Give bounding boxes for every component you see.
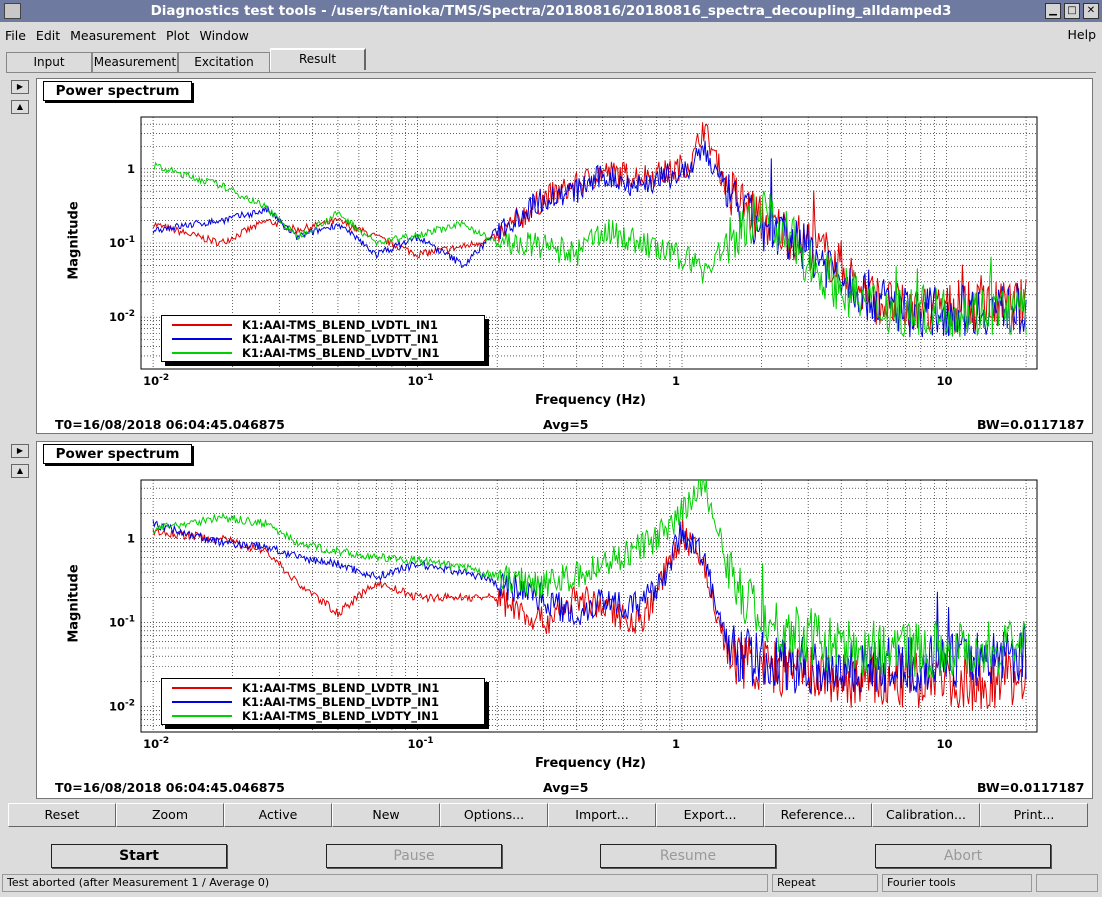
new-button[interactable]: New <box>332 803 440 827</box>
legend-swatch <box>172 701 232 703</box>
legend-swatch <box>172 338 232 340</box>
y-tick-label: 10-2 <box>109 309 135 324</box>
bw-readout: BW=0.0117187 <box>977 417 1085 432</box>
x-tick-label: 10-1 <box>408 373 434 388</box>
start-button[interactable]: Start <box>51 844 227 868</box>
calibration-button[interactable]: Calibration... <box>872 803 980 827</box>
menu-help[interactable]: Help <box>1068 27 1097 42</box>
tab-bar: Input Measurement Excitation Result <box>6 48 366 72</box>
menu-window[interactable]: Window <box>195 28 254 43</box>
legend-swatch <box>172 352 232 354</box>
reference-button[interactable]: Reference... <box>764 803 872 827</box>
plot-legend[interactable]: K1:AAI-TMS_BLEND_LVDTR_IN1 K1:AAI-TMS_BL… <box>161 678 485 725</box>
pause-button[interactable]: Pause <box>326 844 502 868</box>
status-tool: Fourier tools <box>882 874 1032 892</box>
tab-input[interactable]: Input <box>6 52 92 72</box>
status-message: Test aborted (after Measurement 1 / Aver… <box>2 874 768 892</box>
plot-panel-bottom[interactable]: Power spectrum 10-2 10-1 1 10 1 10-1 10-2 Magn… <box>36 441 1093 799</box>
y-tick-label: 1 <box>127 162 135 176</box>
x-tick-label: 10-2 <box>143 373 169 388</box>
menu-file[interactable]: File <box>0 28 31 43</box>
print-button[interactable]: Print... <box>980 803 1088 827</box>
avg-readout: Avg=5 <box>543 780 589 795</box>
y-tick-label: 10-1 <box>109 235 135 250</box>
zoom-button[interactable]: Zoom <box>116 803 224 827</box>
collapse-up-icon[interactable]: ▲ <box>11 464 29 478</box>
t0-readout: T0=16/08/2018 06:04:45.046875 <box>55 780 285 795</box>
tab-excitation[interactable]: Excitation <box>178 52 270 72</box>
legend-entry: K1:AAI-TMS_BLEND_LVDTP_IN1 <box>162 695 484 709</box>
legend-entry: K1:AAI-TMS_BLEND_LVDTV_IN1 <box>162 346 484 360</box>
import-button[interactable]: Import... <box>548 803 656 827</box>
plot-toolbar: Reset Zoom Active New Options... Import.… <box>8 803 1090 827</box>
options-button[interactable]: Options... <box>440 803 548 827</box>
tab-measurement[interactable]: Measurement <box>92 52 178 72</box>
expand-right-icon[interactable]: ▶ <box>11 80 29 94</box>
active-button[interactable]: Active <box>224 803 332 827</box>
expand-right-icon[interactable]: ▶ <box>11 444 29 458</box>
x-axis-label: Frequency (Hz) <box>535 756 646 771</box>
avg-readout: Avg=5 <box>543 417 589 432</box>
legend-label: K1:AAI-TMS_BLEND_LVDTL_IN1 <box>242 318 438 332</box>
bw-readout: BW=0.0117187 <box>977 780 1085 795</box>
y-tick-label: 10-1 <box>109 615 135 630</box>
legend-label: K1:AAI-TMS_BLEND_LVDTT_IN1 <box>242 332 439 346</box>
resume-button[interactable]: Resume <box>600 844 776 868</box>
legend-label: K1:AAI-TMS_BLEND_LVDTR_IN1 <box>242 681 440 695</box>
y-tick-label: 10-2 <box>109 699 135 714</box>
x-tick-label: 1 <box>672 374 680 388</box>
window-titlebar[interactable]: Diagnostics test tools - /users/tanioka/… <box>0 0 1102 22</box>
maximize-icon[interactable]: □ <box>1064 3 1080 19</box>
x-tick-label: 10 <box>936 374 952 388</box>
y-tick-label: 1 <box>127 532 135 546</box>
close-icon[interactable]: ✕ <box>1083 3 1099 19</box>
x-tick-label: 10-1 <box>408 736 434 751</box>
legend-swatch <box>172 324 232 326</box>
legend-entry: K1:AAI-TMS_BLEND_LVDTT_IN1 <box>162 332 484 346</box>
menu-measurement[interactable]: Measurement <box>65 28 161 43</box>
legend-entry: K1:AAI-TMS_BLEND_LVDTY_IN1 <box>162 709 484 723</box>
tab-divider <box>6 72 1096 73</box>
abort-button[interactable]: Abort <box>875 844 1051 868</box>
menu-edit[interactable]: Edit <box>31 28 65 43</box>
t0-readout: T0=16/08/2018 06:04:45.046875 <box>55 417 285 432</box>
x-tick-label: 1 <box>672 737 680 751</box>
plot-panel-top[interactable]: Power spectrum 10-2 10-1 1 10 1 10-1 10-2 Magn… <box>36 78 1093 434</box>
collapse-up-icon[interactable]: ▲ <box>11 100 29 114</box>
minimize-icon[interactable]: ▁ <box>1045 3 1061 19</box>
x-tick-label: 10-2 <box>143 736 169 751</box>
menu-plot[interactable]: Plot <box>161 28 195 43</box>
window-menu-icon[interactable] <box>4 3 21 19</box>
export-button[interactable]: Export... <box>656 803 764 827</box>
legend-label: K1:AAI-TMS_BLEND_LVDTY_IN1 <box>242 709 439 723</box>
window-title: Diagnostics test tools - /users/tanioka/… <box>150 3 952 19</box>
legend-swatch <box>172 715 232 717</box>
menubar: File Edit Measurement Plot Window Help <box>0 24 1102 46</box>
status-extra <box>1036 874 1098 892</box>
y-axis-label: Magnitude <box>66 564 82 643</box>
legend-entry: K1:AAI-TMS_BLEND_LVDTL_IN1 <box>162 318 484 332</box>
legend-label: K1:AAI-TMS_BLEND_LVDTV_IN1 <box>242 346 440 360</box>
y-axis-label: Magnitude <box>66 201 82 280</box>
tab-result[interactable]: Result <box>270 48 366 70</box>
x-axis-label: Frequency (Hz) <box>535 393 646 408</box>
legend-swatch <box>172 687 232 689</box>
status-mode: Repeat <box>772 874 878 892</box>
plot-legend[interactable]: K1:AAI-TMS_BLEND_LVDTL_IN1 K1:AAI-TMS_BL… <box>161 315 485 362</box>
reset-button[interactable]: Reset <box>8 803 116 827</box>
legend-entry: K1:AAI-TMS_BLEND_LVDTR_IN1 <box>162 681 484 695</box>
x-tick-label: 10 <box>936 737 952 751</box>
legend-label: K1:AAI-TMS_BLEND_LVDTP_IN1 <box>242 695 439 709</box>
